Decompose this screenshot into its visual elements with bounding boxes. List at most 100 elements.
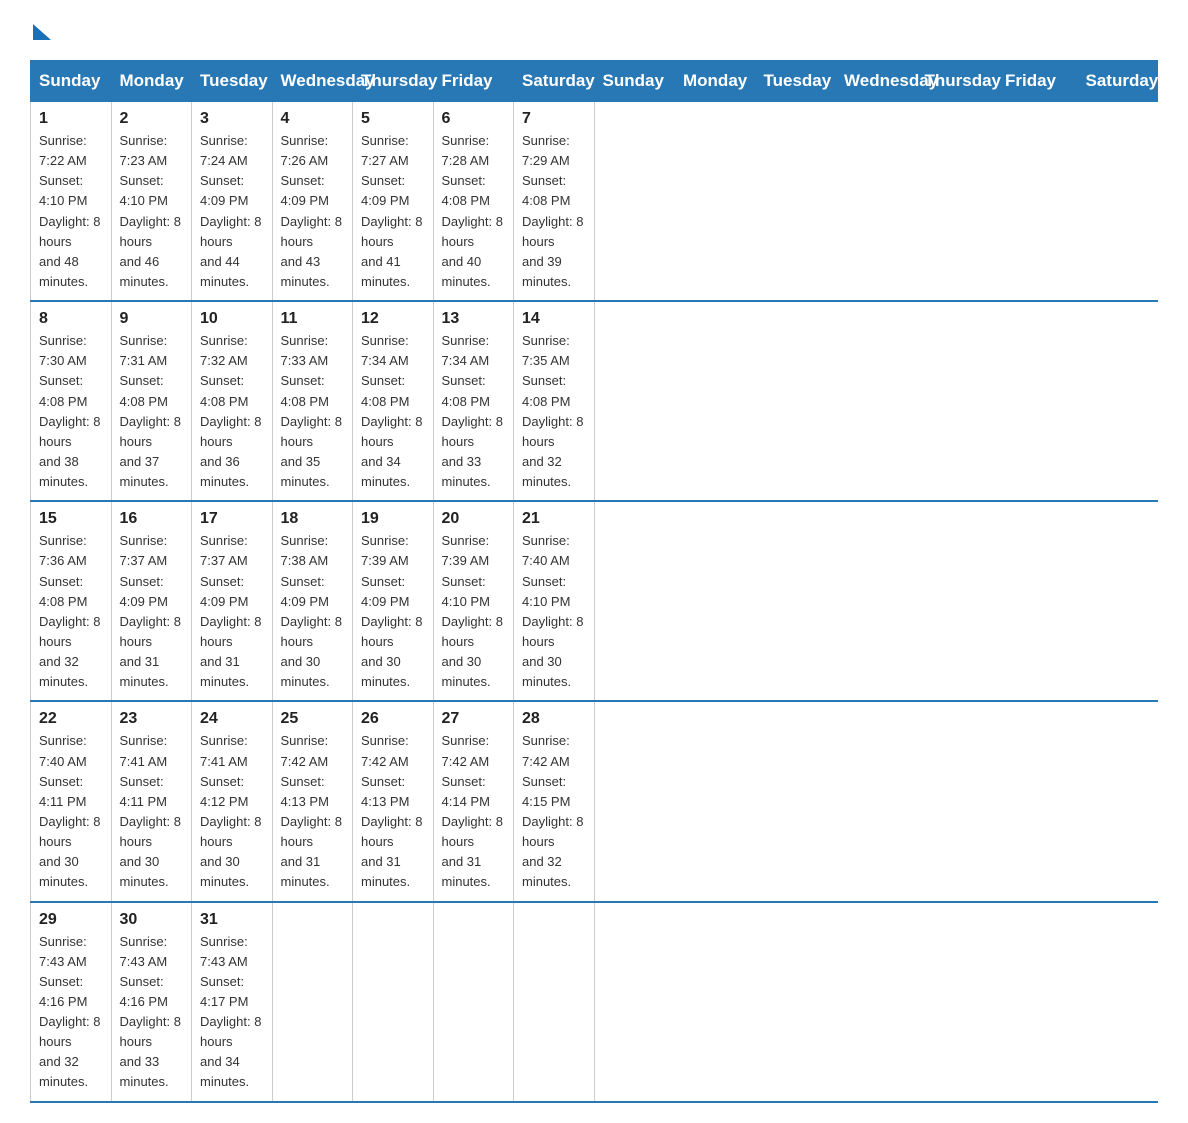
calendar-table: SundayMondayTuesdayWednesdayThursdayFrid… [30, 60, 1158, 1103]
calendar-cell: 31 Sunrise: 7:43 AM Sunset: 4:17 PM Dayl… [192, 902, 273, 1102]
header-sunday: Sunday [31, 61, 112, 102]
day-number: 28 [522, 710, 586, 728]
day-number: 5 [361, 110, 425, 128]
calendar-cell: 24 Sunrise: 7:41 AM Sunset: 4:12 PM Dayl… [192, 701, 273, 901]
day-number: 19 [361, 510, 425, 528]
calendar-cell: 13 Sunrise: 7:34 AM Sunset: 4:08 PM Dayl… [433, 301, 514, 501]
day-info: Sunrise: 7:35 AM Sunset: 4:08 PM Dayligh… [522, 331, 586, 492]
calendar-cell: 4 Sunrise: 7:26 AM Sunset: 4:09 PM Dayli… [272, 102, 353, 302]
day-number: 24 [200, 710, 264, 728]
day-number: 10 [200, 310, 264, 328]
calendar-cell: 26 Sunrise: 7:42 AM Sunset: 4:13 PM Dayl… [353, 701, 434, 901]
header-tuesday: Tuesday [192, 61, 273, 102]
page-header [30, 20, 1158, 40]
calendar-cell [433, 902, 514, 1102]
calendar-week-row: 1 Sunrise: 7:22 AM Sunset: 4:10 PM Dayli… [31, 102, 1158, 302]
day-info: Sunrise: 7:40 AM Sunset: 4:10 PM Dayligh… [522, 531, 586, 692]
day-info: Sunrise: 7:42 AM Sunset: 4:13 PM Dayligh… [281, 731, 345, 892]
day-info: Sunrise: 7:40 AM Sunset: 4:11 PM Dayligh… [39, 731, 103, 892]
col-header-sunday: Sunday [594, 61, 675, 102]
day-info: Sunrise: 7:39 AM Sunset: 4:09 PM Dayligh… [361, 531, 425, 692]
day-info: Sunrise: 7:43 AM Sunset: 4:16 PM Dayligh… [120, 932, 184, 1093]
calendar-cell: 28 Sunrise: 7:42 AM Sunset: 4:15 PM Dayl… [514, 701, 595, 901]
calendar-cell: 22 Sunrise: 7:40 AM Sunset: 4:11 PM Dayl… [31, 701, 112, 901]
day-info: Sunrise: 7:28 AM Sunset: 4:08 PM Dayligh… [442, 131, 506, 292]
calendar-cell: 3 Sunrise: 7:24 AM Sunset: 4:09 PM Dayli… [192, 102, 273, 302]
day-number: 12 [361, 310, 425, 328]
day-info: Sunrise: 7:38 AM Sunset: 4:09 PM Dayligh… [281, 531, 345, 692]
day-info: Sunrise: 7:31 AM Sunset: 4:08 PM Dayligh… [120, 331, 184, 492]
day-info: Sunrise: 7:36 AM Sunset: 4:08 PM Dayligh… [39, 531, 103, 692]
calendar-cell: 6 Sunrise: 7:28 AM Sunset: 4:08 PM Dayli… [433, 102, 514, 302]
col-header-saturday: Saturday [1077, 61, 1158, 102]
day-number: 22 [39, 710, 103, 728]
day-number: 8 [39, 310, 103, 328]
day-info: Sunrise: 7:43 AM Sunset: 4:16 PM Dayligh… [39, 932, 103, 1093]
calendar-cell: 23 Sunrise: 7:41 AM Sunset: 4:11 PM Dayl… [111, 701, 192, 901]
calendar-cell: 15 Sunrise: 7:36 AM Sunset: 4:08 PM Dayl… [31, 501, 112, 701]
logo-arrow-icon [33, 24, 51, 40]
day-number: 1 [39, 110, 103, 128]
day-info: Sunrise: 7:37 AM Sunset: 4:09 PM Dayligh… [200, 531, 264, 692]
day-info: Sunrise: 7:42 AM Sunset: 4:14 PM Dayligh… [442, 731, 506, 892]
calendar-cell: 27 Sunrise: 7:42 AM Sunset: 4:14 PM Dayl… [433, 701, 514, 901]
day-number: 26 [361, 710, 425, 728]
day-number: 30 [120, 911, 184, 929]
calendar-cell: 12 Sunrise: 7:34 AM Sunset: 4:08 PM Dayl… [353, 301, 434, 501]
day-number: 17 [200, 510, 264, 528]
day-info: Sunrise: 7:39 AM Sunset: 4:10 PM Dayligh… [442, 531, 506, 692]
day-number: 6 [442, 110, 506, 128]
calendar-cell: 11 Sunrise: 7:33 AM Sunset: 4:08 PM Dayl… [272, 301, 353, 501]
day-info: Sunrise: 7:41 AM Sunset: 4:12 PM Dayligh… [200, 731, 264, 892]
calendar-header-row: SundayMondayTuesdayWednesdayThursdayFrid… [31, 61, 1158, 102]
day-number: 4 [281, 110, 345, 128]
day-number: 20 [442, 510, 506, 528]
calendar-cell: 25 Sunrise: 7:42 AM Sunset: 4:13 PM Dayl… [272, 701, 353, 901]
day-number: 9 [120, 310, 184, 328]
header-saturday: Saturday [514, 61, 595, 102]
day-number: 16 [120, 510, 184, 528]
day-number: 15 [39, 510, 103, 528]
calendar-cell: 14 Sunrise: 7:35 AM Sunset: 4:08 PM Dayl… [514, 301, 595, 501]
calendar-week-row: 29 Sunrise: 7:43 AM Sunset: 4:16 PM Dayl… [31, 902, 1158, 1102]
col-header-friday: Friday [997, 61, 1078, 102]
day-info: Sunrise: 7:34 AM Sunset: 4:08 PM Dayligh… [442, 331, 506, 492]
calendar-cell: 17 Sunrise: 7:37 AM Sunset: 4:09 PM Dayl… [192, 501, 273, 701]
calendar-cell: 2 Sunrise: 7:23 AM Sunset: 4:10 PM Dayli… [111, 102, 192, 302]
day-info: Sunrise: 7:41 AM Sunset: 4:11 PM Dayligh… [120, 731, 184, 892]
logo [30, 20, 51, 40]
day-info: Sunrise: 7:33 AM Sunset: 4:08 PM Dayligh… [281, 331, 345, 492]
day-number: 7 [522, 110, 586, 128]
calendar-cell: 21 Sunrise: 7:40 AM Sunset: 4:10 PM Dayl… [514, 501, 595, 701]
calendar-week-row: 8 Sunrise: 7:30 AM Sunset: 4:08 PM Dayli… [31, 301, 1158, 501]
calendar-cell: 7 Sunrise: 7:29 AM Sunset: 4:08 PM Dayli… [514, 102, 595, 302]
day-number: 3 [200, 110, 264, 128]
calendar-week-row: 22 Sunrise: 7:40 AM Sunset: 4:11 PM Dayl… [31, 701, 1158, 901]
day-number: 25 [281, 710, 345, 728]
day-info: Sunrise: 7:34 AM Sunset: 4:08 PM Dayligh… [361, 331, 425, 492]
calendar-cell: 19 Sunrise: 7:39 AM Sunset: 4:09 PM Dayl… [353, 501, 434, 701]
day-number: 2 [120, 110, 184, 128]
calendar-cell: 30 Sunrise: 7:43 AM Sunset: 4:16 PM Dayl… [111, 902, 192, 1102]
calendar-cell: 5 Sunrise: 7:27 AM Sunset: 4:09 PM Dayli… [353, 102, 434, 302]
calendar-week-row: 15 Sunrise: 7:36 AM Sunset: 4:08 PM Dayl… [31, 501, 1158, 701]
calendar-cell: 20 Sunrise: 7:39 AM Sunset: 4:10 PM Dayl… [433, 501, 514, 701]
day-info: Sunrise: 7:42 AM Sunset: 4:15 PM Dayligh… [522, 731, 586, 892]
day-info: Sunrise: 7:23 AM Sunset: 4:10 PM Dayligh… [120, 131, 184, 292]
col-header-tuesday: Tuesday [755, 61, 836, 102]
day-number: 27 [442, 710, 506, 728]
calendar-cell [272, 902, 353, 1102]
day-info: Sunrise: 7:27 AM Sunset: 4:09 PM Dayligh… [361, 131, 425, 292]
calendar-cell: 9 Sunrise: 7:31 AM Sunset: 4:08 PM Dayli… [111, 301, 192, 501]
day-number: 13 [442, 310, 506, 328]
header-friday: Friday [433, 61, 514, 102]
day-number: 11 [281, 310, 345, 328]
day-info: Sunrise: 7:24 AM Sunset: 4:09 PM Dayligh… [200, 131, 264, 292]
col-header-wednesday: Wednesday [836, 61, 917, 102]
calendar-cell: 29 Sunrise: 7:43 AM Sunset: 4:16 PM Dayl… [31, 902, 112, 1102]
col-header-monday: Monday [675, 61, 756, 102]
calendar-cell: 8 Sunrise: 7:30 AM Sunset: 4:08 PM Dayli… [31, 301, 112, 501]
day-info: Sunrise: 7:26 AM Sunset: 4:09 PM Dayligh… [281, 131, 345, 292]
calendar-cell [514, 902, 595, 1102]
day-info: Sunrise: 7:43 AM Sunset: 4:17 PM Dayligh… [200, 932, 264, 1093]
